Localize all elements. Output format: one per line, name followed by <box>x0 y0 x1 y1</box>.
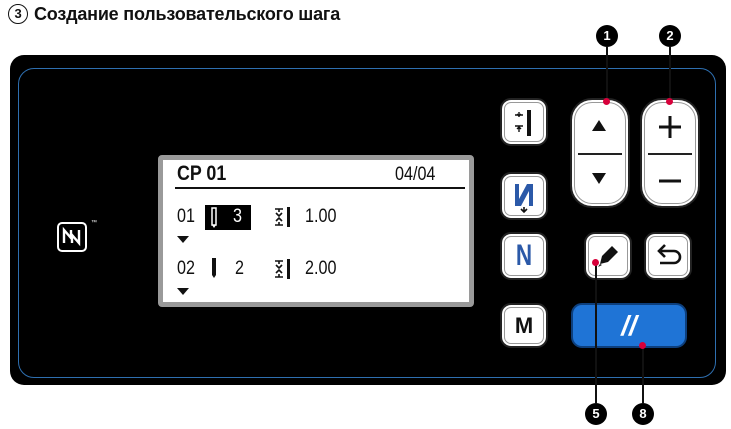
up-down-button[interactable] <box>570 98 630 208</box>
row-down-arrow-icon <box>177 288 189 295</box>
needle-icon <box>212 258 216 278</box>
callout-dot <box>666 98 673 105</box>
row-pitch: 2.00 <box>305 258 337 279</box>
callout-dot <box>592 259 599 266</box>
minus-icon[interactable] <box>655 166 685 196</box>
plus-icon[interactable] <box>655 112 685 142</box>
callout-8: 8 <box>632 403 654 425</box>
row-value: 2 <box>235 258 244 279</box>
selected-value-cell[interactable]: 3 <box>205 205 251 230</box>
pencil-icon <box>598 246 618 267</box>
thread-trimmer-button[interactable] <box>500 98 548 146</box>
callout-dot <box>639 342 646 349</box>
stitch-pitch-icon <box>275 259 290 279</box>
callout-leader <box>669 47 671 102</box>
page-heading: 3 Создание пользовательского шага <box>8 4 340 25</box>
reverse-stitch-button[interactable] <box>500 172 548 220</box>
lcd-screen: CP 01 04/04 01 3 1.00 02 2 2.00 <box>158 155 474 307</box>
stitch-pitch-icon <box>275 207 290 227</box>
reset-label: // <box>621 310 637 341</box>
n-button[interactable]: N <box>500 232 548 280</box>
trademark-icon: ™ <box>91 220 97 226</box>
title-divider <box>175 187 465 189</box>
callout-leader <box>595 263 597 403</box>
plus-minus-button[interactable] <box>640 98 700 208</box>
callout-2: 2 <box>659 25 681 47</box>
row-pitch: 1.00 <box>305 206 337 227</box>
row-down-arrow-icon <box>177 236 189 243</box>
callout-5: 5 <box>585 403 607 425</box>
needle-icon <box>211 207 217 228</box>
up-arrow-icon[interactable] <box>592 120 606 131</box>
step-number: 3 <box>8 4 28 24</box>
row-index: 01 <box>177 206 195 227</box>
callout-1: 1 <box>596 25 618 47</box>
page-title: Создание пользовательского шага <box>34 4 341 24</box>
pattern-title: CP 01 <box>177 162 227 185</box>
reset-button[interactable]: // <box>571 303 687 348</box>
edit-button[interactable] <box>584 232 632 280</box>
down-arrow-icon[interactable] <box>592 173 606 184</box>
return-button[interactable] <box>644 232 692 280</box>
callout-leader <box>642 345 644 403</box>
nfc-icon <box>57 222 87 252</box>
return-icon <box>657 244 682 265</box>
n-label: N <box>515 239 533 272</box>
button-divider <box>648 153 692 155</box>
row-value: 3 <box>233 206 242 227</box>
m-button[interactable]: M <box>500 303 548 348</box>
row-index: 02 <box>177 258 195 279</box>
reverse-n-icon <box>515 184 533 214</box>
callout-leader <box>606 47 608 102</box>
button-divider <box>578 153 622 155</box>
stitch-count-icon <box>515 110 531 136</box>
m-label: M <box>514 313 534 338</box>
page-indicator: 04/04 <box>395 164 436 185</box>
callout-dot <box>603 98 610 105</box>
